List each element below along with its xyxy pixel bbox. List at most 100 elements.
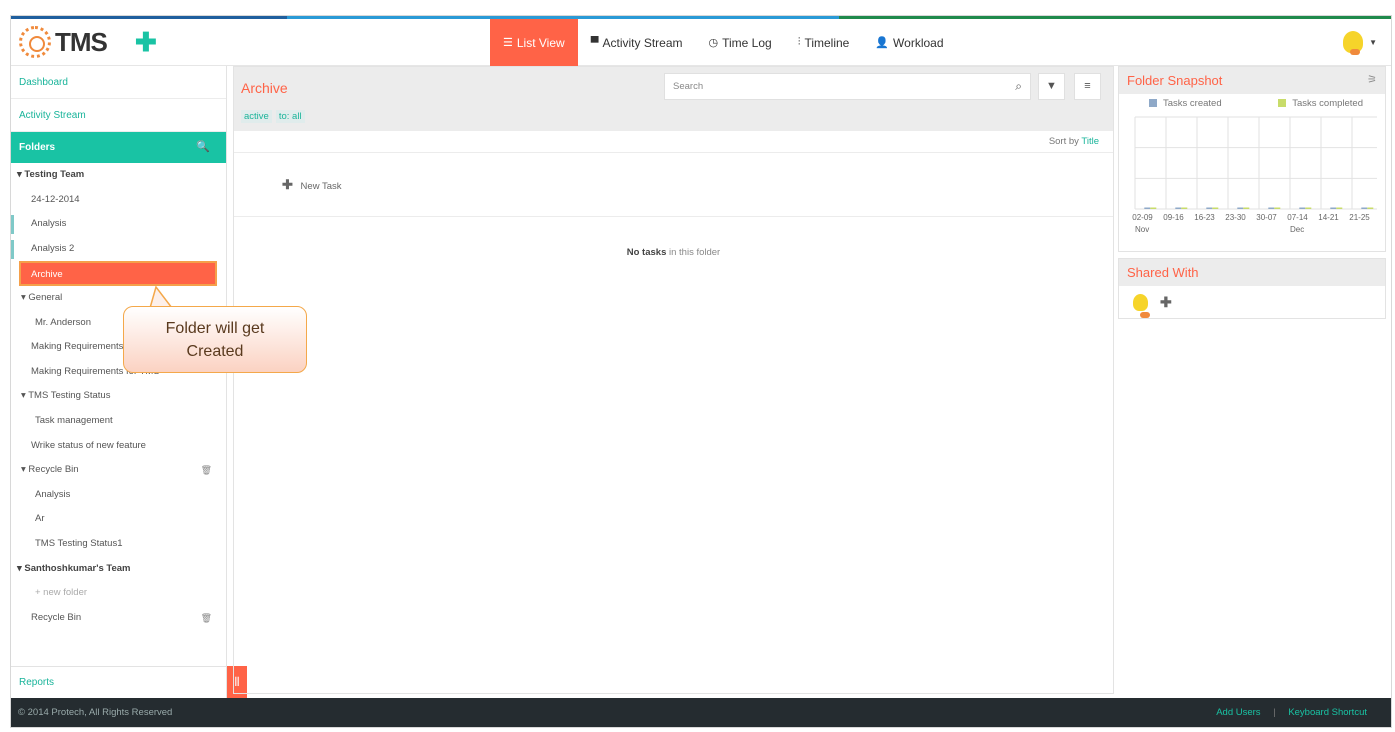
nav-timeline[interactable]: ⫶ Timeline [785,19,863,66]
add-member-icon[interactable]: ✚ [1160,294,1172,311]
month-label-dec: Dec [1290,225,1305,234]
tree-label: Mr. Anderson [35,316,91,328]
month-label-nov: Nov [1135,225,1150,234]
comment-icon: ▀ [590,36,599,49]
sidebar-item-dashboard[interactable]: Dashboard [11,66,226,99]
folder-marker [11,239,14,259]
legend-swatch-created [1149,99,1157,108]
tree-label: Ar [35,513,45,525]
nav-activity-stream[interactable]: ▀ Activity Stream [578,19,696,66]
chart-bar [1299,207,1306,209]
tree-folder[interactable]: TMS Testing Status1 [11,532,226,557]
new-task-label: New Task [300,181,342,192]
nav-label: Workload [893,35,944,50]
chart-bar [1150,207,1157,209]
tree-label: Recycle Bin [28,464,79,476]
chart-bar [1336,207,1343,209]
tree-team-testing-team[interactable]: ▾ Testing Team [11,163,226,188]
user-icon: 👤 [875,37,890,49]
trash-icon[interactable]: 🗑 [201,606,212,631]
legend-completed-label: Tasks completed [1292,98,1363,109]
nav-time-log[interactable]: ◷ Time Log [696,19,785,66]
tree-folder[interactable]: Analysis [11,212,226,237]
tree-folder[interactable]: 24-12-2014 [11,188,226,213]
chart-bar [1243,207,1250,209]
avatar[interactable] [1133,293,1150,318]
chart-bar [1274,207,1281,209]
sort-value-link[interactable]: Title [1081,136,1099,147]
empty-state: No tasks in this folder [234,247,1113,258]
tree-group[interactable]: ▾ TMS Testing Status [11,384,226,409]
tree-label: 24-12-2014 [31,193,80,205]
tree-folder[interactable]: Task management [11,409,226,434]
shared-header: Shared With [1119,259,1385,286]
snapshot-header: Folder Snapshot ⚞ [1119,67,1385,94]
callout-line-1: Folder will get [165,320,265,337]
folders-header[interactable]: Folders 🔍 [11,132,226,163]
tree-label: Analysis [31,218,67,230]
keyboard-shortcut-link[interactable]: Keyboard Shortcut [1288,707,1367,718]
tree-label: TMS Testing Status1 [35,537,123,549]
x-tick-label: 14-21 [1318,213,1339,222]
menu-button[interactable]: ≡ [1074,73,1101,100]
tree-folder[interactable]: Wrike status of new feature [11,434,226,459]
add-icon[interactable]: ✚ [135,29,157,55]
nav-label: Activity Stream [602,35,683,50]
nav-list-view[interactable]: ☰ List View [490,19,578,66]
x-tick-label: 21-25 [1349,213,1370,222]
sort-label: Sort by [1048,136,1079,147]
tree-folder[interactable]: Analysis [11,483,226,508]
tree-label: General [28,291,63,303]
filter-button[interactable]: ▼ [1038,73,1065,100]
page-title: Archive [241,80,288,96]
rss-icon[interactable]: ⚞ [1367,67,1377,94]
snapshot-title: Folder Snapshot [1127,73,1223,88]
chart-bar [1268,207,1275,209]
sidebar-item-reports[interactable]: Reports [11,666,227,698]
add-users-link[interactable]: Add Users [1216,707,1260,718]
tree-label: Analysis 2 [31,242,75,254]
chart-legend: Tasks created Tasks completed [1119,94,1385,109]
nav-workload[interactable]: 👤 Workload [862,19,956,66]
tree-label: Analysis [35,488,71,500]
search-icon[interactable]: 🔍 [196,132,210,163]
shared-with-panel: Shared With ✚ [1118,258,1386,319]
filter-status-chip[interactable]: active [241,110,272,123]
x-tick-label: 30-07 [1256,213,1277,222]
logo[interactable]: TMS [19,25,108,59]
tree-group-recycle-bin[interactable]: ▾ Recycle Bin 🗑 [11,458,226,483]
new-task-button[interactable]: ✚ New Task [234,153,1113,217]
new-folder-link[interactable]: + new folder [11,581,226,606]
search-icon[interactable]: ⌕ [1015,74,1022,99]
copyright-text: © 2014 Protech, All Rights Reserved [18,707,173,718]
chart-bar [1361,207,1368,209]
x-tick-label: 23-30 [1225,213,1246,222]
tree-team-santhoshkumar[interactable]: ▾ Santhoshkumar's Team [11,557,226,582]
view-nav: ☰ List View ▀ Activity Stream ◷ Time Log… [490,19,957,66]
tree-folder-selected[interactable]: Archive [19,261,217,286]
chart-svg [1134,116,1384,210]
chart-x-labels: 02-09 09-16 16-23 23-30 30-07 07-14 14-21 21-25 [1127,213,1375,222]
sidebar-item-activity-stream[interactable]: Activity Stream [11,99,226,132]
nav-label: Timeline [804,35,850,50]
top-bar: TMS ✚ ☰ List View ▀ Activity Stream ◷ Ti… [11,19,1391,66]
legend-created: Tasks created [1149,98,1222,109]
snapshot-chart: 02-09 09-16 16-23 23-30 30-07 07-14 14-21 21-25 [1127,115,1384,222]
filter-chips: active to: all [241,110,309,123]
tree-label: Task management [35,414,113,426]
shared-members: ✚ [1119,286,1385,318]
list-icon: ☰ [503,37,513,49]
chart-bar [1212,207,1219,209]
search-input[interactable]: Search ⌕ [664,73,1031,100]
footer-separator: | [1273,707,1276,718]
tree-recycle-bin[interactable]: Recycle Bin 🗑 [11,606,226,631]
empty-state-bold: No tasks [626,247,667,258]
trash-icon[interactable]: 🗑 [201,458,212,483]
tree-folder[interactable]: Ar [11,507,226,532]
menu-icon: ≡ [1084,80,1091,92]
user-menu[interactable]: ▼ [1343,31,1377,55]
filter-assignee-chip[interactable]: to: all [275,110,305,123]
tree-folder[interactable]: Analysis 2 [11,237,226,262]
logo-gear-icon [19,26,51,58]
sliders-icon: ⫶ [797,36,801,48]
